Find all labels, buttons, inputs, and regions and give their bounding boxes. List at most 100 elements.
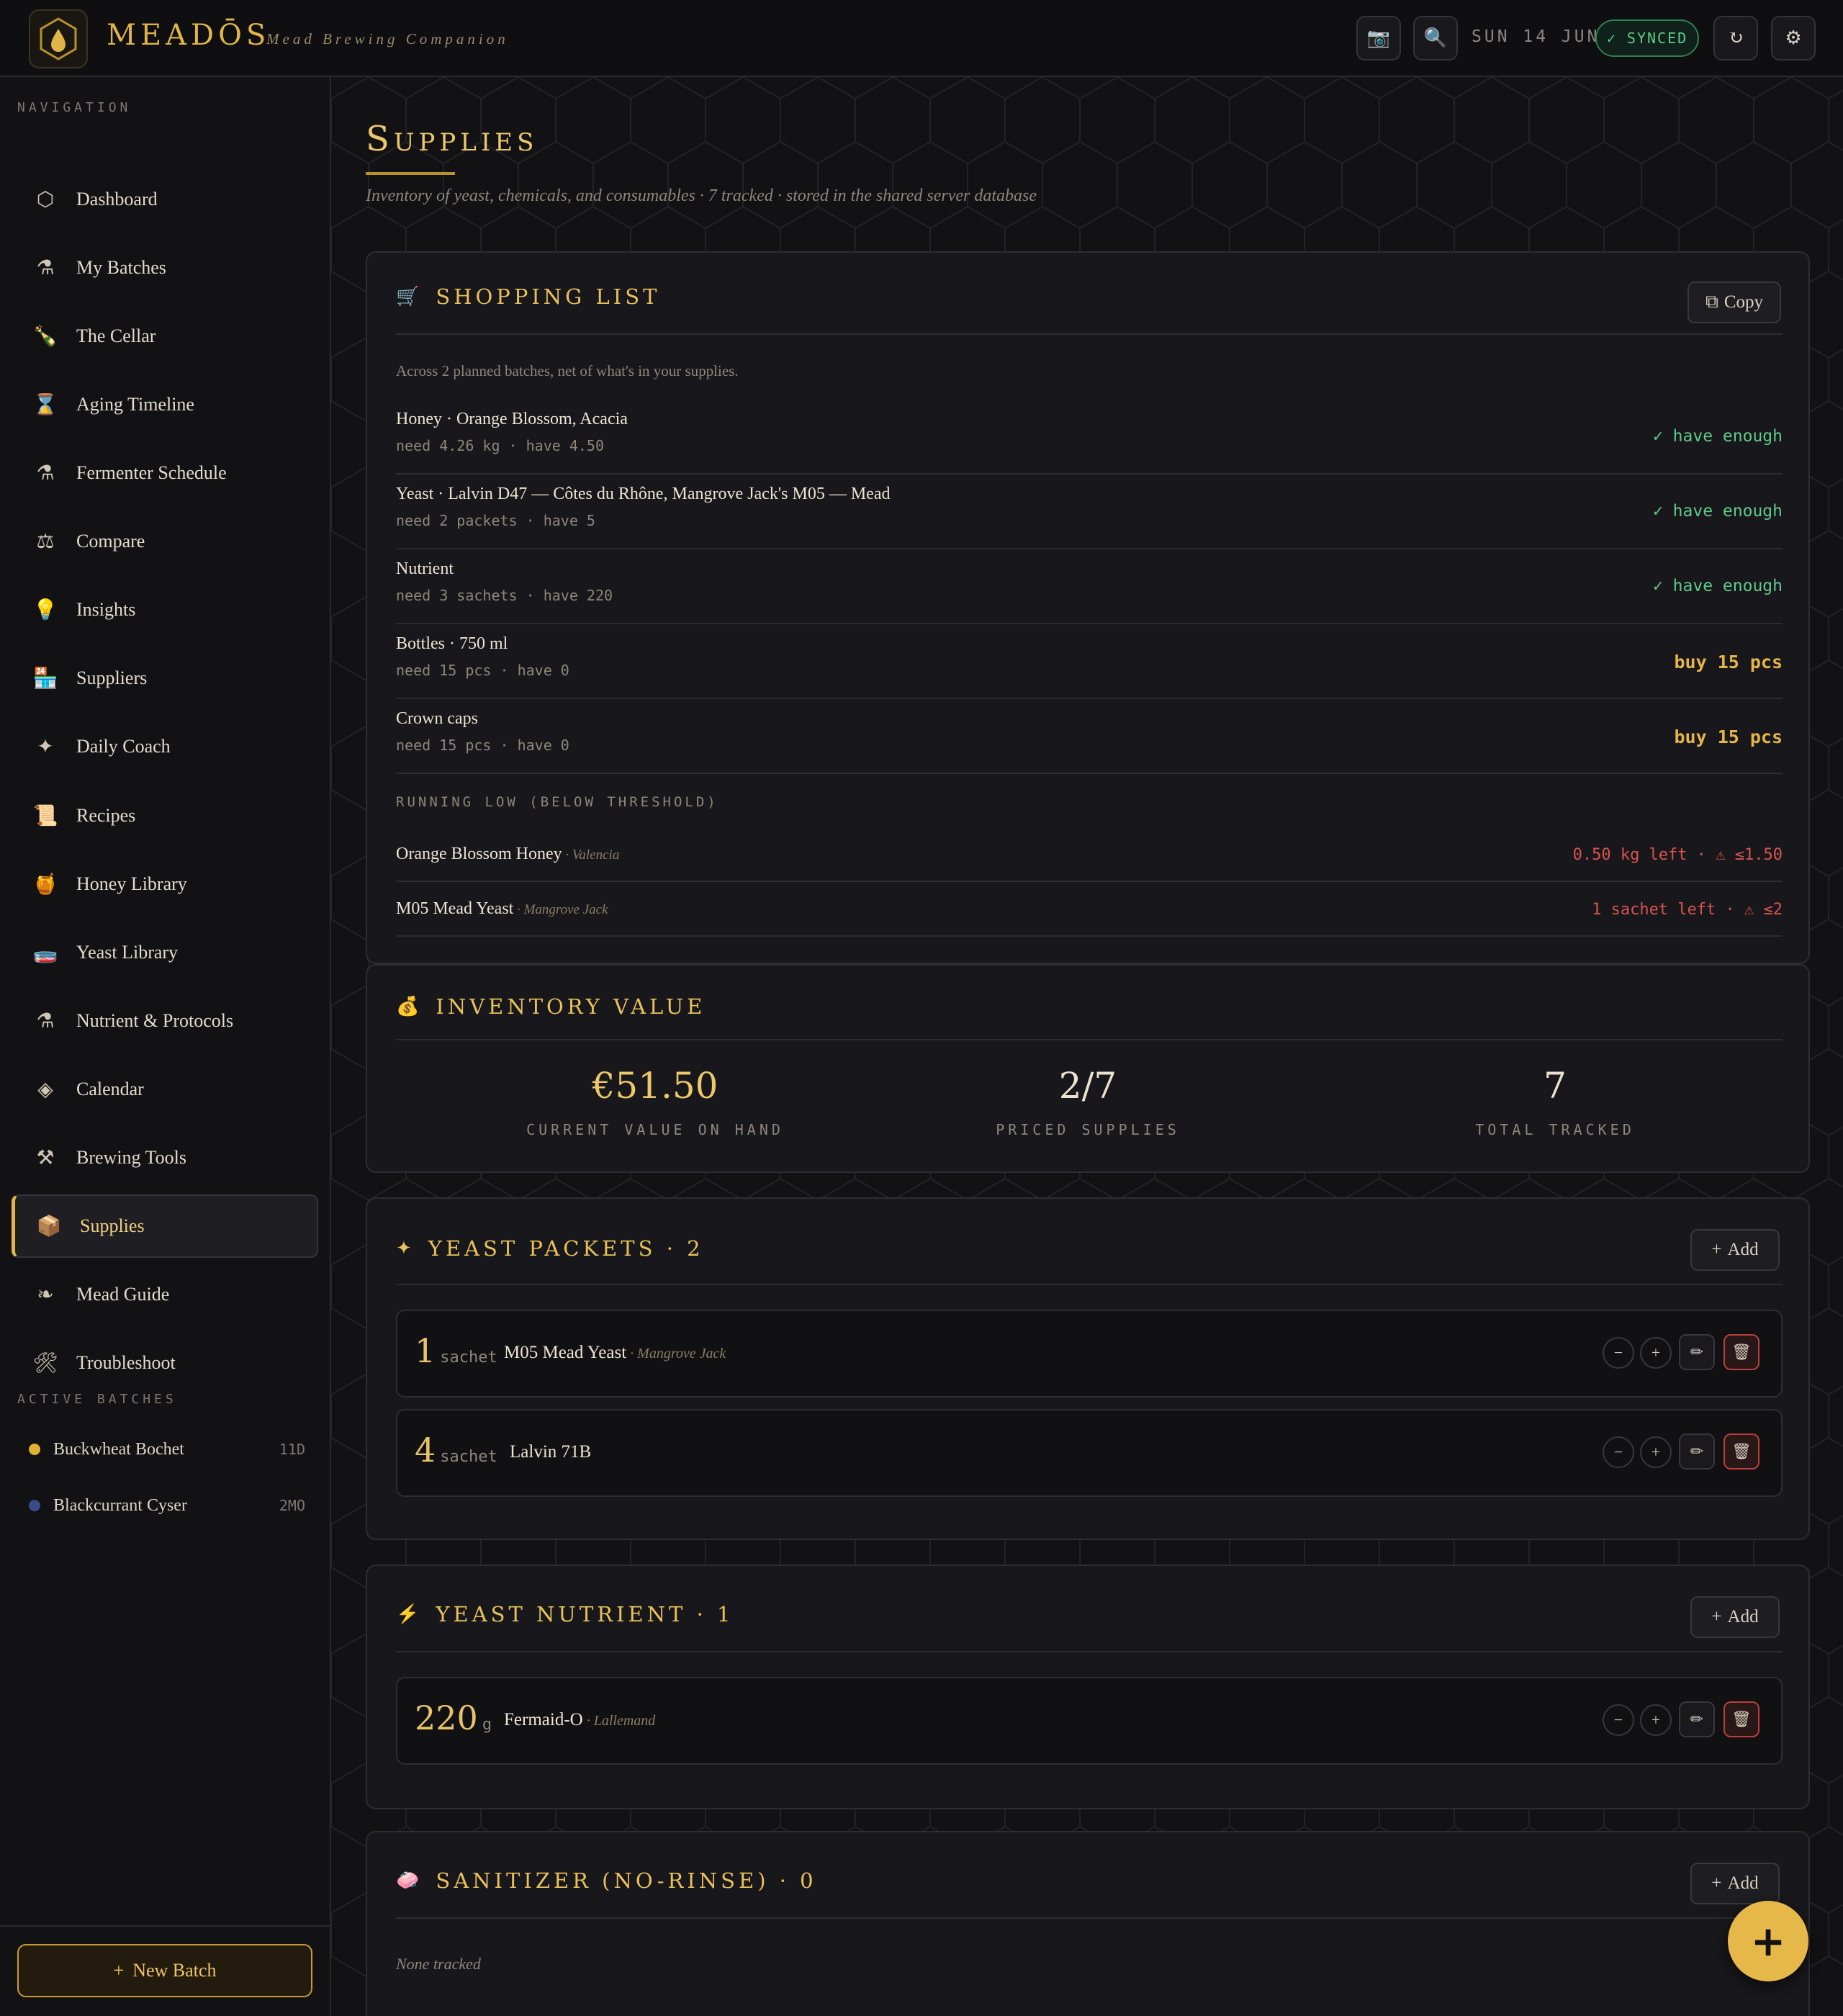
app-tagline: Mead Brewing Companion (266, 30, 509, 48)
app-brand: MEADŌS (107, 19, 271, 52)
add-sanitizer-button[interactable]: + Add (1690, 1863, 1780, 1904)
quantity-value: 1 (415, 1331, 436, 1370)
shopping-summary: Across 2 planned batches, net of what's … (396, 362, 739, 379)
pencil-icon: ✏ (1690, 1710, 1704, 1728)
sidebar-divider (0, 1925, 331, 1927)
delete-button[interactable]: 🗑 (1723, 1434, 1759, 1470)
plus-icon: + (1711, 1607, 1722, 1626)
new-batch-button[interactable]: + New Batch (17, 1944, 312, 1997)
shopping-row: Nutrient need 3 sachets · have 220 ✓ hav… (396, 549, 1783, 624)
supply-item: 220 g Fermaid-O · Lallemand − + ✏ 🗑 (396, 1677, 1783, 1765)
sidebar-item-brewing-tools[interactable]: ⚒ Brewing Tools (12, 1126, 318, 1189)
item-supplier: · Mangrove Jack (626, 1346, 726, 1362)
sidebar-item-label: Insights (76, 599, 136, 620)
sidebar-item-daily-coach[interactable]: ✦ Daily Coach (12, 715, 318, 778)
edit-button[interactable]: ✏ (1679, 1334, 1715, 1370)
increment-button[interactable]: + (1640, 1337, 1672, 1369)
sidebar-item-label: Supplies (80, 1215, 145, 1236)
shopping-list-title: SHOPPING LIST (436, 284, 661, 309)
sidebar-item-dashboard[interactable]: ⬡ Dashboard (12, 168, 318, 231)
copy-button[interactable]: ⧉ Copy (1687, 282, 1781, 323)
edit-button[interactable]: ✏ (1679, 1701, 1715, 1737)
quantity-unit: g (482, 1716, 492, 1734)
low-stock-row: Orange Blossom Honey · Valencia 0.50 kg … (396, 827, 1783, 882)
search-button[interactable]: 🔍 (1413, 16, 1458, 60)
decrement-button[interactable]: − (1603, 1337, 1634, 1369)
yeast-packets-card: ✦ YEAST PACKETS · 2 + Add 1 sachet M05 Me… (366, 1197, 1810, 1540)
batch-item-buckwheat-bochet[interactable]: Buckwheat Bochet 11D (29, 1434, 305, 1465)
low-item-label: Orange Blossom Honey (396, 845, 562, 863)
sidebar-item-fermenter-schedule[interactable]: ⚗ Fermenter Schedule (12, 441, 318, 505)
floating-add-button[interactable]: + (1728, 1901, 1808, 1981)
delete-button[interactable]: 🗑 (1723, 1701, 1759, 1737)
current-date: SUN 14 JUN (1472, 27, 1600, 46)
sidebar-item-calendar[interactable]: ◈ Calendar (12, 1058, 318, 1121)
supply-item: 4 sachet Lalvin 71B − + ✏ 🗑 (396, 1409, 1783, 1497)
current-value-stat: €51.50 CURRENT VALUE ON HAND (475, 1065, 835, 1138)
sidebar-item-nutrient-protocols[interactable]: ⚗ Nutrient & Protocols (12, 989, 318, 1053)
decrement-button[interactable]: − (1603, 1704, 1634, 1736)
shopping-item-detail: need 3 sachets · have 220 (396, 587, 613, 604)
total-tracked-value: 7 (1544, 1065, 1567, 1107)
soap-icon: 🧼 (396, 1870, 423, 1891)
sidebar-item-label: Dashboard (76, 189, 158, 210)
sidebar-item-mead-guide[interactable]: ❧ Mead Guide (12, 1263, 318, 1326)
shopping-item-status: ✓ have enough (1652, 427, 1783, 446)
running-low-label: RUNNING LOW (BELOW THRESHOLD) (396, 794, 718, 810)
sidebar-item-label: Recipes (76, 805, 136, 826)
low-item-supplier: · Valencia (562, 847, 620, 863)
refresh-button[interactable]: ↻ (1713, 16, 1758, 60)
plus-icon: + (1711, 1873, 1722, 1893)
shopping-item-status: buy 15 pcs (1674, 652, 1783, 672)
insights-icon: 💡 (32, 599, 58, 621)
yeast-packets-title: YEAST PACKETS · 2 (428, 1236, 704, 1261)
low-item-status: 0.50 kg left · ⚠ ≤1.50 (1572, 846, 1783, 864)
increment-button[interactable]: + (1640, 1704, 1672, 1736)
inventory-value-card: 💰 INVENTORY VALUE €51.50 CURRENT VALUE O… (366, 964, 1810, 1173)
add-nutrient-button[interactable]: + Add (1690, 1596, 1780, 1638)
batch-item-blackcurrant-cyser[interactable]: Blackcurrant Cyser 2MO (29, 1490, 305, 1521)
sidebar-item-supplies[interactable]: 📦 Supplies (12, 1194, 318, 1258)
decrement-button[interactable]: − (1603, 1436, 1634, 1468)
item-supplier: · Lallemand (582, 1713, 656, 1729)
priced-supplies-value: 2/7 (1058, 1065, 1117, 1107)
edit-button[interactable]: ✏ (1679, 1434, 1715, 1470)
add-yeast-button[interactable]: + Add (1690, 1229, 1780, 1271)
title-underline (366, 172, 455, 175)
sync-status-badge: ✓ SYNCED (1595, 19, 1699, 57)
settings-button[interactable]: ⚙ (1771, 16, 1816, 60)
sidebar-item-suppliers[interactable]: 🏪 Suppliers (12, 647, 318, 710)
sparkle-icon: ✦ (396, 1238, 415, 1259)
sidebar-item-troubleshoot[interactable]: 🛠 Troubleshoot (12, 1331, 318, 1395)
shopping-row: Honey · Orange Blossom, Acacia need 4.26… (396, 400, 1783, 474)
camera-button[interactable]: 📷 (1356, 16, 1401, 60)
shopping-item-name: Nutrient (396, 559, 454, 578)
yeast-packets-header: ✦ YEAST PACKETS · 2 (396, 1236, 704, 1261)
sidebar-item-compare[interactable]: ⚖ Compare (12, 510, 318, 573)
delete-button[interactable]: 🗑 (1723, 1334, 1759, 1370)
the-cellar-icon: 🍾 (32, 325, 58, 348)
sidebar-item-insights[interactable]: 💡 Insights (12, 578, 318, 642)
sidebar-item-label: Mead Guide (76, 1284, 170, 1305)
shopping-item-name: Honey · Orange Blossom, Acacia (396, 410, 628, 428)
divider (396, 1651, 1783, 1652)
mead-guide-icon: ❧ (37, 1284, 54, 1306)
shopping-item-detail: need 4.26 kg · have 4.50 (396, 437, 604, 454)
batch-name: Buckwheat Bochet (53, 1439, 184, 1459)
sidebar-item-the-cellar[interactable]: 🍾 The Cellar (12, 305, 318, 368)
nav-section-label: NAVIGATION (17, 100, 132, 115)
sidebar-item-honey-library[interactable]: 🍯 Honey Library (12, 852, 318, 916)
item-label: M05 Mead Yeast (504, 1343, 627, 1362)
copy-icon: ⧉ (1705, 292, 1718, 312)
add-label: Add (1727, 1873, 1759, 1893)
shopping-item-detail: need 2 packets · have 5 (396, 512, 595, 529)
shopping-item-name: Crown caps (396, 709, 478, 728)
increment-button[interactable]: + (1640, 1436, 1672, 1468)
dashboard-icon: ⬡ (36, 189, 55, 211)
sidebar-item-yeast-library[interactable]: 🧫 Yeast Library (12, 921, 318, 984)
batch-status-dot (29, 1500, 40, 1511)
sidebar-item-recipes[interactable]: 📜 Recipes (12, 784, 318, 847)
sidebar-item-my-batches[interactable]: ⚗ My Batches (12, 236, 318, 300)
shopping-list-header: 🛒 SHOPPING LIST (396, 284, 660, 309)
sidebar-item-aging-timeline[interactable]: ⌛ Aging Timeline (12, 373, 318, 436)
